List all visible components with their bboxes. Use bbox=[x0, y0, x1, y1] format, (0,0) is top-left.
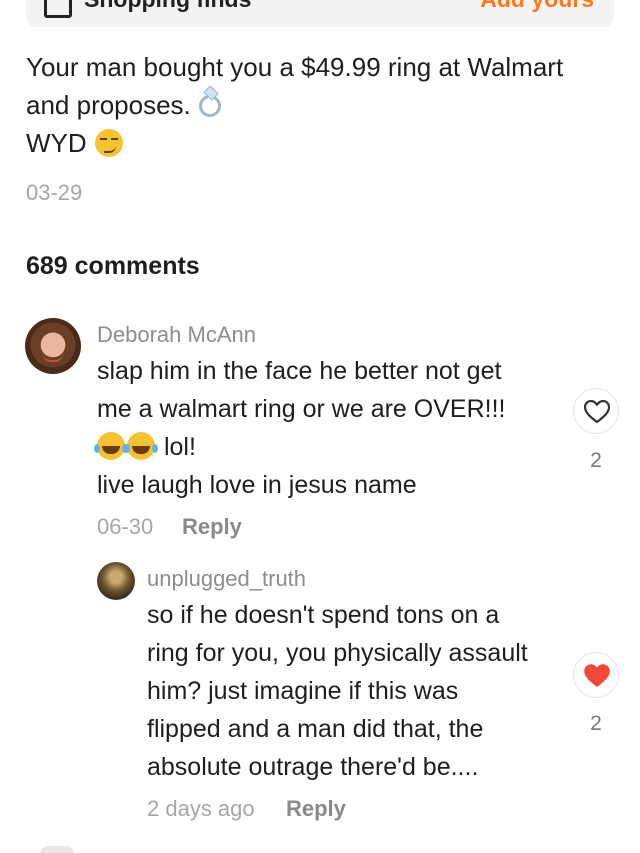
add-yours-button[interactable]: Add yours bbox=[480, 0, 594, 13]
shopping-finds-bar[interactable]: Shopping finds Add yours bbox=[26, 0, 614, 27]
comment-username[interactable]: Deborah McAnn bbox=[97, 322, 256, 348]
comment-text-line: him? just imagine if this was bbox=[147, 677, 459, 705]
laughing-tears-emoji-icon bbox=[94, 432, 125, 460]
smirk-emoji-icon bbox=[94, 129, 123, 157]
like-count: 2 bbox=[590, 712, 602, 735]
comment-text: so if he doesn't spend tons on a ring fo… bbox=[147, 596, 567, 786]
comment-text-line: lol! bbox=[94, 428, 567, 466]
next-comment-avatar bbox=[40, 846, 74, 853]
avatar[interactable] bbox=[25, 318, 81, 374]
reply-button[interactable]: Reply bbox=[182, 514, 242, 540]
ring-emoji-icon bbox=[198, 95, 221, 117]
comment-username[interactable]: unplugged_truth bbox=[147, 566, 306, 592]
like-button[interactable] bbox=[573, 388, 619, 434]
post-date: 03-29 bbox=[26, 180, 83, 205]
comment-date: 06-30 bbox=[97, 514, 154, 539]
reply-button[interactable]: Reply bbox=[286, 796, 346, 822]
post-caption-line: WYD bbox=[26, 124, 616, 162]
heart-filled-icon bbox=[584, 664, 610, 687]
post-caption-line: and proposes. bbox=[26, 86, 616, 124]
post-caption-line: Your man bought you a $49.99 ring at Wal… bbox=[26, 52, 564, 82]
comment-text-line: flipped and a man did that, the bbox=[147, 715, 484, 743]
like-button[interactable] bbox=[573, 652, 619, 698]
comment-thread-page: Shopping finds Add yours Your man bought… bbox=[0, 0, 640, 853]
comment-text: slap him in the face he better not get m… bbox=[94, 352, 567, 504]
post-caption: Your man bought you a $49.99 ring at Wal… bbox=[26, 48, 616, 162]
like-count: 2 bbox=[590, 449, 602, 472]
avatar[interactable] bbox=[97, 562, 135, 600]
comment-text-line: ring for you, you physically assault bbox=[147, 639, 528, 667]
comment-text-line: live laugh love in jesus name bbox=[97, 471, 417, 499]
comment-date: 2 days ago bbox=[147, 796, 255, 821]
laughing-tears-emoji-icon bbox=[124, 432, 155, 460]
comment-text-line: slap him in the face he better not get bbox=[97, 357, 502, 385]
comment-text-line: so if he doesn't spend tons on a bbox=[147, 601, 500, 629]
comments-count: 689 comments bbox=[26, 252, 200, 280]
shopping-bag-icon bbox=[44, 0, 72, 18]
shopping-finds-label: Shopping finds bbox=[84, 0, 251, 13]
comment-text-line: absolute outrage there'd be.... bbox=[147, 753, 479, 781]
heart-outline-icon bbox=[584, 400, 610, 424]
comment-text-line: me a walmart ring or we are OVER!!! bbox=[97, 395, 506, 423]
